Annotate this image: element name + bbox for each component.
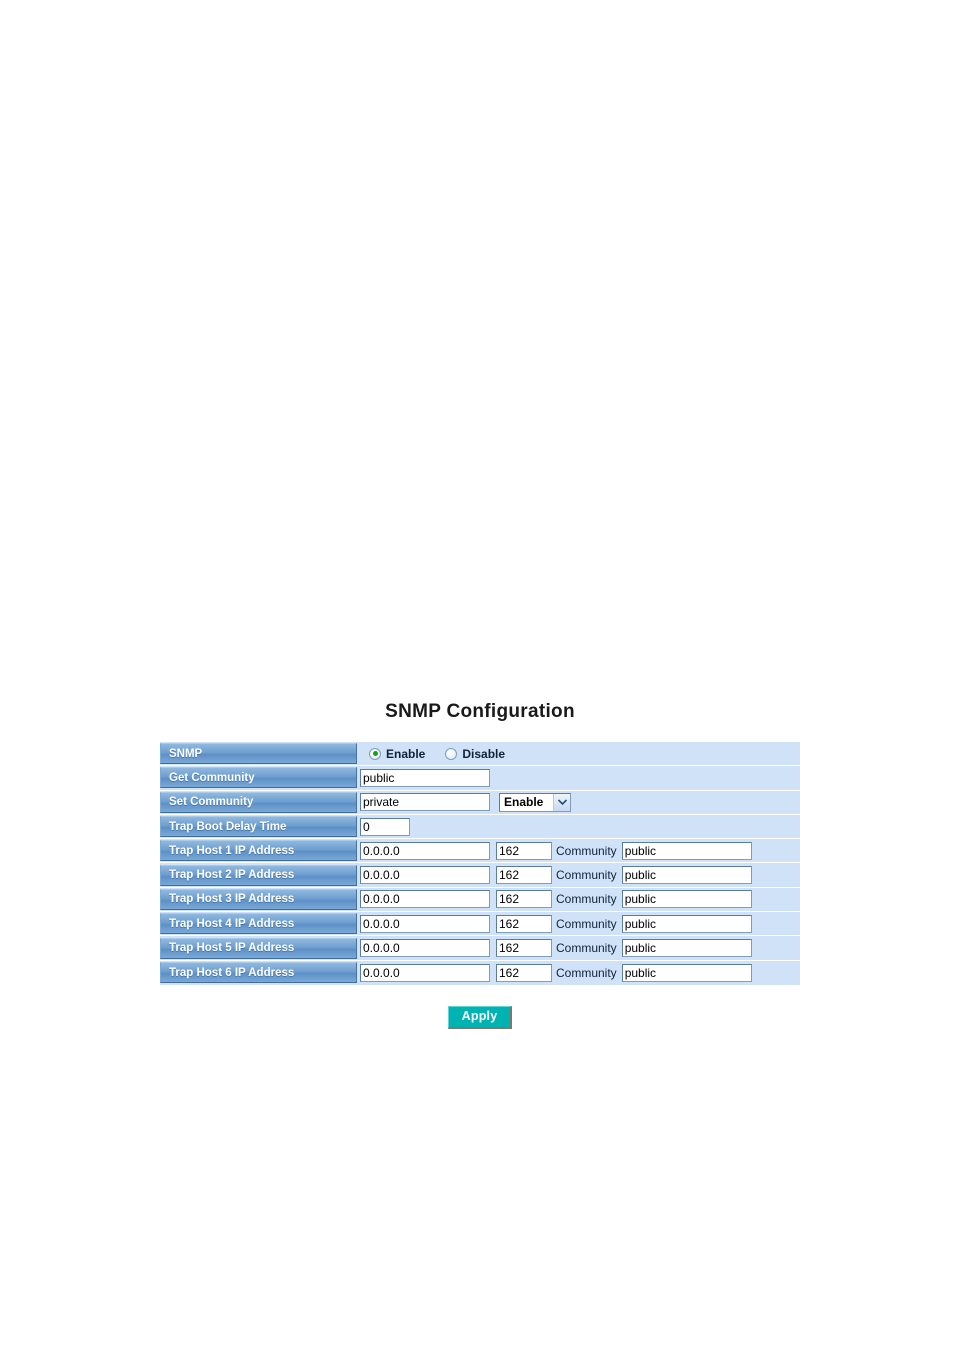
trap-host-6-ip-input[interactable] [360, 963, 490, 982]
trap-host-5-port-input[interactable] [496, 939, 552, 958]
snmp-configuration-table: SNMP Enable Disable Get Community public… [160, 742, 800, 985]
trap-host-3-community-label: Community [556, 892, 617, 907]
snmp-radio-group: Enable Disable [360, 747, 525, 761]
trap-host-4-ip-input[interactable] [360, 914, 490, 933]
row-label-trap-host-3: Trap Host 3 IP Address [160, 888, 357, 910]
trap-boot-delay-input[interactable] [360, 817, 410, 836]
trap-host-4-community-label: Community [556, 916, 617, 931]
trap-host-5-community-input[interactable] [621, 939, 752, 958]
radio-enable-icon[interactable] [369, 747, 381, 760]
table-row-get-community: Get Community [160, 766, 800, 791]
snmp-radio-disable-label: Disable [462, 746, 506, 761]
table-row-trap-host-2: Trap Host 2 IP Address Community [160, 863, 800, 888]
row-value-trap-host-2: Community [357, 863, 800, 887]
row-value-trap-host-3: Community [357, 887, 800, 911]
table-row-snmp: SNMP Enable Disable [160, 742, 800, 767]
row-value-trap-host-1: Community [357, 839, 800, 863]
snmp-radio-enable[interactable]: Enable [369, 747, 425, 761]
snmp-configuration-page: SNMP Configuration SNMP Enable Disable G… [0, 0, 954, 1348]
table-row-trap-host-4: Trap Host 4 IP Address Community [160, 912, 800, 937]
trap-host-6-community-input[interactable] [621, 963, 752, 982]
row-label-trap-boot-delay: Trap Boot Delay Time [160, 816, 357, 838]
trap-host-2-ip-input[interactable] [360, 866, 490, 885]
row-label-get-community: Get Community [160, 767, 357, 789]
trap-host-3-ip-input[interactable] [360, 890, 490, 909]
trap-host-3-community-input[interactable] [621, 890, 752, 909]
row-value-trap-boot-delay [357, 815, 800, 839]
radio-disable-icon[interactable] [445, 747, 458, 760]
row-label-snmp: SNMP [160, 743, 357, 765]
chevron-down-icon[interactable] [553, 793, 570, 811]
table-row-trap-host-5: Trap Host 5 IP Address Community [160, 936, 800, 961]
trap-host-2-community-label: Community [556, 868, 617, 883]
trap-host-6-community-label: Community [556, 965, 617, 980]
table-row-trap-host-3: Trap Host 3 IP Address Community [160, 887, 800, 913]
trap-host-2-port-input[interactable] [496, 866, 552, 885]
snmp-radio-enable-label: Enable [386, 746, 426, 761]
trap-host-1-community-label: Community [556, 843, 617, 858]
row-label-trap-host-5: Trap Host 5 IP Address [160, 937, 357, 959]
set-community-input[interactable] [360, 793, 490, 812]
snmp-radio-disable[interactable]: Disable [445, 747, 505, 761]
row-label-trap-host-4: Trap Host 4 IP Address [160, 913, 357, 935]
page-title: SNMP Configuration [385, 701, 575, 722]
table-row-set-community: Set Community Enable [160, 790, 800, 815]
row-value-trap-host-6: Community [357, 961, 800, 985]
trap-host-6-port-input[interactable] [496, 963, 552, 982]
trap-host-1-port-input[interactable] [496, 841, 552, 860]
get-community-input[interactable] [360, 768, 490, 787]
trap-host-1-ip-input[interactable] [360, 841, 490, 860]
trap-host-4-port-input[interactable] [496, 914, 552, 933]
trap-host-4-community-input[interactable] [621, 914, 752, 933]
apply-button[interactable]: Apply [447, 1006, 513, 1029]
row-value-get-community [357, 766, 800, 790]
trap-host-1-community-input[interactable] [621, 841, 752, 860]
row-value-set-community: Enable [357, 790, 800, 814]
trap-host-2-community-input[interactable] [621, 866, 752, 885]
table-row-trap-host-6: Trap Host 6 IP Address Community [160, 960, 800, 985]
row-label-trap-host-2: Trap Host 2 IP Address [160, 864, 357, 886]
row-label-trap-host-1: Trap Host 1 IP Address [160, 840, 357, 862]
apply-button-container: Apply [160, 1006, 800, 1029]
row-value-trap-host-5: Community [357, 936, 800, 960]
table-row-trap-boot-delay: Trap Boot Delay Time [160, 814, 800, 840]
row-value-snmp: Enable Disable [357, 742, 800, 766]
trap-host-3-port-input[interactable] [496, 890, 552, 909]
set-community-mode-value: Enable [504, 795, 544, 810]
table-row-trap-host-1: Trap Host 1 IP Address Community [160, 839, 800, 864]
set-community-mode-select[interactable]: Enable [499, 792, 571, 812]
trap-host-5-ip-input[interactable] [360, 939, 490, 958]
row-label-trap-host-6: Trap Host 6 IP Address [160, 962, 357, 984]
trap-host-5-community-label: Community [556, 941, 617, 956]
row-label-set-community: Set Community [160, 791, 357, 813]
row-value-trap-host-4: Community [357, 912, 800, 936]
